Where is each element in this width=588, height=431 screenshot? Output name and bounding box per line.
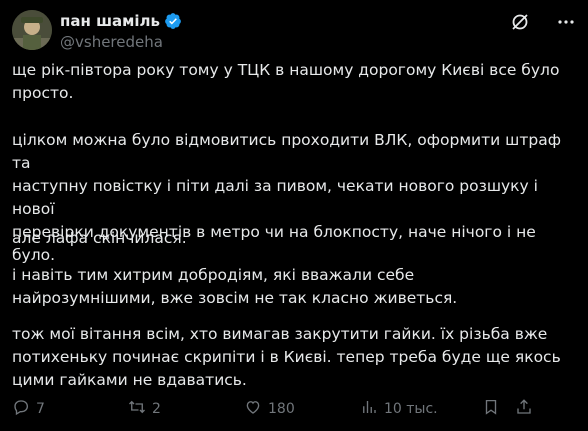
reply-count: 7	[36, 401, 45, 417]
views-button[interactable]: 10 тыс.	[360, 398, 438, 420]
verified-badge-icon	[164, 12, 182, 30]
grok-icon[interactable]	[510, 12, 530, 32]
views-bar-chart-icon	[360, 398, 378, 420]
heart-icon	[244, 398, 262, 420]
share-icon	[515, 398, 533, 420]
repost-count: 2	[152, 401, 161, 417]
share-button[interactable]	[515, 398, 533, 420]
bookmark-button[interactable]	[482, 398, 500, 420]
like-button[interactable]: 180	[244, 398, 295, 420]
reply-button[interactable]: 7	[12, 398, 45, 420]
tweet-header: пан шаміль @vsheredeha	[12, 8, 576, 56]
views-count: 10 тыс.	[384, 401, 438, 417]
author-names: пан шаміль @vsheredeha	[60, 10, 182, 51]
display-name[interactable]: пан шаміль	[60, 12, 160, 30]
repost-icon	[128, 398, 146, 420]
repost-button[interactable]: 2	[128, 398, 161, 420]
tweet-paragraph: ще рік-півтора року тому у ТЦК в нашому …	[12, 61, 560, 102]
tweet-actions: 7 2 180 10 тыс.	[12, 397, 576, 421]
like-count: 180	[268, 401, 295, 417]
tweet-paragraph: тож мої вітання всім, хто вимагав закрут…	[12, 325, 561, 389]
handle[interactable]: @vsheredeha	[60, 33, 182, 51]
avatar[interactable]	[12, 10, 52, 50]
tweet-paragraph: але лафа скінчилася.	[12, 229, 187, 247]
bookmark-icon	[482, 398, 500, 420]
tweet-paragraph: і навіть тим хитрим добродіям, які вважа…	[12, 266, 458, 307]
reply-icon	[12, 398, 30, 420]
more-dots-icon[interactable]	[556, 12, 576, 32]
